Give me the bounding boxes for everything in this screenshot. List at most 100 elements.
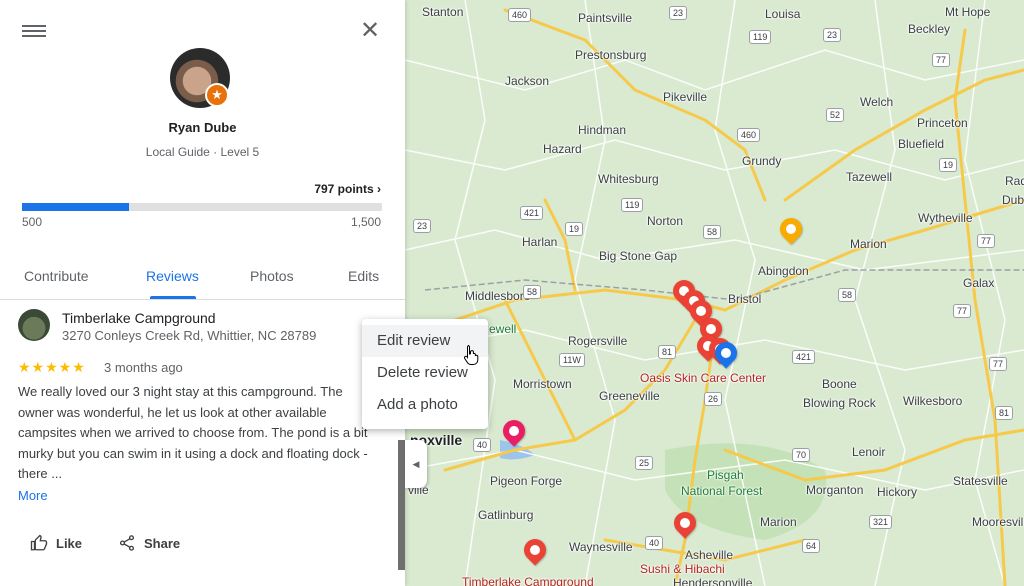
map-label-marion-nc: Marion xyxy=(760,515,797,529)
route-shield: 421 xyxy=(520,206,544,220)
progress-max-label: 1,500 xyxy=(350,215,381,229)
route-shield: 58 xyxy=(523,285,542,299)
side-panel: ✕ ★ Ryan Dube Local Guide · Level 5 797 … xyxy=(0,0,405,586)
like-button[interactable]: Like xyxy=(30,534,82,552)
route-shield: 58 xyxy=(838,288,857,302)
map-label-welch: Welch xyxy=(860,95,894,109)
map-label-paintsville: Paintsville xyxy=(578,11,633,25)
map-label-prestonsburg: Prestonsburg xyxy=(575,48,647,62)
panel-scrollbar[interactable] xyxy=(398,440,405,570)
hand-pointer-icon xyxy=(463,345,479,365)
route-shield: 23 xyxy=(413,219,432,233)
route-shield: 26 xyxy=(704,392,723,406)
route-shield: 11W xyxy=(559,353,585,367)
map-label-hazard: Hazard xyxy=(543,142,582,156)
route-shield: 52 xyxy=(826,108,845,122)
points-link[interactable]: 797 points › xyxy=(314,182,381,196)
map-label-pigeonforge: Pigeon Forge xyxy=(490,474,563,488)
map-label-morristown: Morristown xyxy=(513,377,572,391)
route-shield: 19 xyxy=(939,158,958,172)
route-shield: 119 xyxy=(621,198,644,212)
map-label-marion-va: Marion xyxy=(850,237,887,251)
review-text: We really loved our 3 night stay at this… xyxy=(18,384,368,481)
map-label-hendersonville: Hendersonville xyxy=(673,576,753,586)
map-label-morganton: Morganton xyxy=(806,483,864,497)
profile-tabs: Contribute Reviews Photos Edits xyxy=(0,258,405,300)
map-label-norton: Norton xyxy=(647,214,684,228)
map-label-pikeville: Pikeville xyxy=(663,90,708,104)
collapse-panel-icon[interactable]: ◀ xyxy=(405,440,427,488)
map-label-abingdon: Abingdon xyxy=(758,264,809,278)
map-label-stanton: Stanton xyxy=(422,5,464,19)
route-shield: 421 xyxy=(792,350,816,364)
review-place-name[interactable]: Timberlake Campground xyxy=(62,310,216,326)
map-label-lenoir: Lenoir xyxy=(852,445,886,459)
profile-level: Local Guide · Level 5 xyxy=(145,145,260,159)
map-label-dub: Dub xyxy=(1002,193,1024,207)
add-photo-menu-item[interactable]: Add a photo xyxy=(362,389,488,421)
map-label-ewell: ewell xyxy=(489,322,517,336)
route-shield: 70 xyxy=(792,448,811,462)
route-shield: 460 xyxy=(737,128,761,142)
map-label-statesville: Statesville xyxy=(953,474,1008,488)
tab-reviews[interactable]: Reviews xyxy=(146,268,199,284)
route-shield: 119 xyxy=(749,30,772,44)
map-label-timberlake[interactable]: Timberlake Campground xyxy=(462,575,594,586)
map-label-boone: Boone xyxy=(822,377,857,391)
hamburger-menu-icon[interactable] xyxy=(22,22,46,40)
tab-contribute[interactable]: Contribute xyxy=(24,268,89,284)
review-stars: ★★★★★ xyxy=(18,359,86,375)
map-label-rogersville: Rogersville xyxy=(568,334,628,348)
points-progress-bar xyxy=(22,203,382,211)
review-context-menu: Edit review Delete review Add a photo xyxy=(362,319,488,429)
map-label-beckley: Beckley xyxy=(908,22,951,36)
map-label-wilkesboro: Wilkesboro xyxy=(903,394,963,408)
tab-edits[interactable]: Edits xyxy=(348,268,379,284)
route-shield: 40 xyxy=(645,536,664,550)
close-icon[interactable]: ✕ xyxy=(358,19,382,43)
map-label-oasis[interactable]: Oasis Skin Care Center xyxy=(640,371,766,385)
share-label: Share xyxy=(144,535,181,551)
route-shield: 25 xyxy=(635,456,654,470)
review-place-address: 3270 Conleys Creek Rd, Whittier, NC 2878… xyxy=(62,328,317,343)
route-shield: 77 xyxy=(953,304,972,318)
map-label-blowingrock: Blowing Rock xyxy=(803,396,876,410)
map-label-tazewell: Tazewell xyxy=(846,170,893,184)
route-shield: 77 xyxy=(989,357,1008,371)
tab-photos[interactable]: Photos xyxy=(250,268,294,284)
map-label-wytheville: Wytheville xyxy=(918,211,973,225)
place-thumbnail[interactable] xyxy=(18,309,50,341)
route-shield: 40 xyxy=(473,438,492,452)
like-label: Like xyxy=(56,535,83,551)
progress-min-label: 500 xyxy=(22,215,43,229)
map-label-middlesboro: Middlesboro xyxy=(465,289,531,303)
route-shield: 460 xyxy=(508,8,532,22)
thumbs-up-icon xyxy=(30,534,48,551)
route-shield: 77 xyxy=(977,234,996,248)
route-shield: 321 xyxy=(869,515,893,529)
map-label-galax: Galax xyxy=(963,276,995,290)
map-label-whitesburg: Whitesburg xyxy=(598,172,659,186)
map-label-asheville: Asheville xyxy=(685,548,734,562)
route-shield: 81 xyxy=(995,406,1014,420)
map-label-mooresville: Mooresvill xyxy=(972,515,1024,529)
route-shield: 23 xyxy=(823,28,842,42)
route-shield: 19 xyxy=(565,222,584,236)
map-label-jackson: Jackson xyxy=(505,74,550,88)
route-shield: 23 xyxy=(669,6,688,20)
map-label-bigstonegap: Big Stone Gap xyxy=(599,249,678,263)
map-label-sushi[interactable]: Sushi & Hibachi xyxy=(640,562,725,576)
map-label-grundy: Grundy xyxy=(742,154,782,168)
map-label-bristol: Bristol xyxy=(728,292,762,306)
review-more-link[interactable]: More xyxy=(18,488,48,503)
map-label-princeton: Princeton xyxy=(917,116,968,130)
share-button[interactable]: Share xyxy=(118,534,180,552)
map-label-louisa: Louisa xyxy=(765,7,801,21)
share-icon xyxy=(119,535,135,551)
map-view[interactable]: Stanton Paintsville Louisa Mt Hope Beckl… xyxy=(405,0,1024,586)
map-label-hindman: Hindman xyxy=(578,123,627,137)
map-label-gatlinburg: Gatlinburg xyxy=(478,508,534,522)
points-progress-fill xyxy=(22,203,129,211)
route-shield: 58 xyxy=(703,225,722,239)
map-label-mthope: Mt Hope xyxy=(945,5,991,19)
